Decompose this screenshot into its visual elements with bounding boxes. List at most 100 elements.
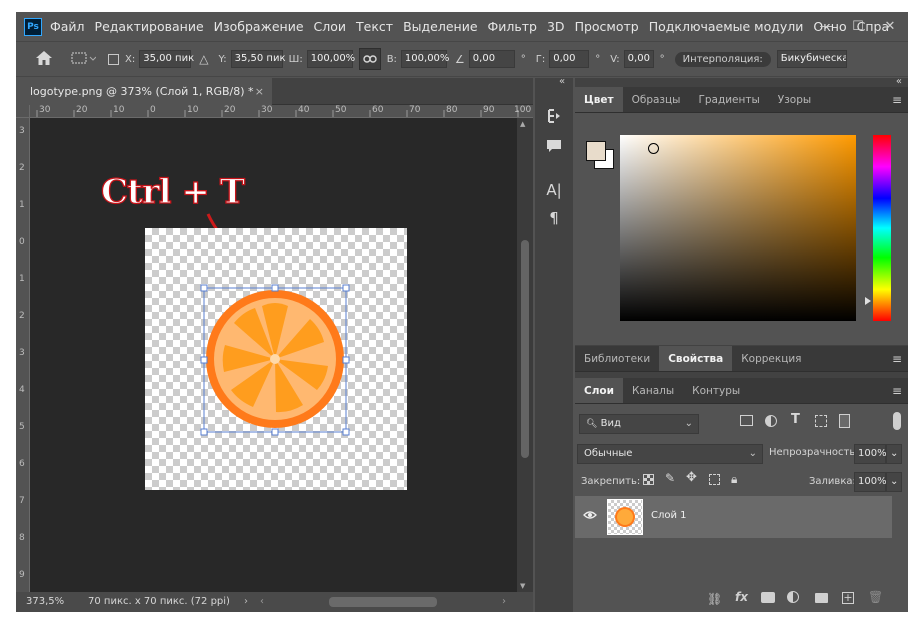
layer-filter-select[interactable]: 🔍︎ Вид ⌄ (579, 414, 699, 434)
hue-slider-marker[interactable] (865, 297, 871, 305)
properties-panel-tabs: Библиотеки Свойства Коррекция ≡ (575, 346, 908, 372)
scroll-down-icon[interactable]: ▼ (520, 582, 525, 590)
height-field[interactable]: 100,00% (400, 50, 449, 68)
lock-transparent-icon[interactable] (643, 474, 654, 485)
menu-view[interactable]: Просмотр (575, 19, 639, 34)
new-group-icon[interactable] (815, 592, 828, 606)
layer-thumbnail[interactable] (607, 499, 643, 535)
link-layers-icon[interactable]: ⛓︎ (707, 592, 722, 606)
filter-pixel-icon[interactable] (740, 415, 753, 426)
delete-layer-icon[interactable]: 🗑︎ (868, 590, 883, 604)
horizontal-scroll-thumb[interactable] (329, 597, 437, 607)
reference-point-icon[interactable] (70, 50, 97, 69)
lock-brush-icon[interactable]: ✎ (665, 471, 675, 485)
delta-icon[interactable]: △ (199, 52, 208, 66)
angle-unit: ° (520, 53, 526, 65)
filter-shape-icon[interactable] (815, 415, 827, 427)
scroll-right-icon[interactable]: › (502, 592, 506, 612)
layer-style-icon[interactable]: fx (735, 590, 748, 604)
tab-layers[interactable]: Слои (575, 378, 623, 403)
opacity-field[interactable]: 100% (854, 444, 887, 464)
new-layer-icon[interactable]: + (842, 590, 854, 604)
lock-all-icon[interactable]: 🔒︎ (731, 472, 737, 487)
vertical-skew-field[interactable]: 0,00 (623, 50, 654, 68)
minimize-button[interactable]: — (810, 12, 842, 41)
layers-panel-menu-icon[interactable]: ≡ (892, 378, 902, 404)
vertical-scroll-thumb[interactable] (521, 240, 529, 458)
tab-paths[interactable]: Контуры (683, 378, 749, 403)
color-saturation-field[interactable] (620, 135, 856, 321)
comment-icon[interactable] (543, 138, 565, 158)
character-icon[interactable]: A| (543, 180, 565, 200)
document-tab[interactable]: logotype.png @ 373% (Слой 1, RGB/8) * × (16, 78, 272, 105)
properties-panel-menu-icon[interactable]: ≡ (892, 346, 902, 372)
tab-adjustments[interactable]: Коррекция (732, 346, 810, 371)
filter-type-icon[interactable]: T (791, 412, 800, 427)
close-window-button[interactable]: ✕ (874, 12, 906, 41)
menu-type[interactable]: Текст (356, 19, 393, 34)
menu-filter[interactable]: Фильтр (488, 19, 537, 34)
scroll-left-icon[interactable]: ‹ (260, 592, 264, 612)
document-canvas[interactable] (145, 228, 407, 490)
menu-select[interactable]: Выделение (403, 19, 477, 34)
status-menu-icon[interactable]: › (244, 592, 248, 612)
document-size[interactable]: 70 пикс. x 70 пикс. (72 ppi) (88, 592, 230, 612)
layer-name[interactable]: Слой 1 (651, 510, 687, 521)
close-tab-icon[interactable]: × (255, 78, 264, 105)
foreground-color-swatch[interactable] (586, 141, 606, 161)
filter-smartobject-icon[interactable] (839, 414, 850, 428)
collapse-panels-icon[interactable]: « (896, 76, 902, 87)
layer-row[interactable]: Слой 1 (575, 496, 892, 538)
width-field[interactable]: 100,00% (306, 50, 355, 68)
blend-mode-select[interactable]: Обычные ⌄ (577, 444, 763, 464)
interpolation-select[interactable]: Бикубическая (776, 50, 847, 68)
collapse-dock-icon[interactable]: « (559, 76, 565, 87)
fill-dropdown-button[interactable]: ⌄ (886, 472, 902, 492)
canvas-area[interactable]: Ctrl + T (30, 118, 517, 592)
maximize-button[interactable]: ☐ (842, 12, 874, 41)
home-icon[interactable] (34, 49, 56, 70)
y-position-field[interactable]: 35,50 пик (230, 50, 286, 68)
add-mask-icon[interactable] (761, 592, 775, 606)
transform-bounding-box[interactable] (145, 228, 407, 490)
rotation-angle-field[interactable]: 0,00 (468, 50, 515, 68)
visibility-eye-icon[interactable] (583, 510, 597, 523)
x-position-field[interactable]: 35,00 пик (139, 50, 194, 68)
menu-edit[interactable]: Редактирование (95, 19, 204, 34)
panel-icon-dock: « A| ¶ (535, 76, 573, 612)
tab-properties[interactable]: Свойства (659, 346, 733, 371)
menu-file[interactable]: Файл (50, 19, 85, 34)
adjustment-layer-icon[interactable] (787, 591, 799, 606)
history-icon[interactable] (543, 108, 565, 128)
ruler-vertical[interactable]: 3 2 1 0 1 2 3 4 5 6 7 8 9 (16, 118, 30, 592)
tab-channels[interactable]: Каналы (623, 378, 683, 403)
scroll-up-icon[interactable]: ▲ (520, 120, 525, 128)
filter-toggle-icon[interactable] (893, 412, 901, 430)
link-icon[interactable] (358, 48, 381, 70)
color-panel-menu-icon[interactable]: ≡ (892, 87, 902, 113)
ruler-left-label: 2 (19, 311, 25, 321)
tab-swatches[interactable]: Образцы (623, 87, 690, 112)
tab-color[interactable]: Цвет (575, 87, 623, 112)
tab-gradients[interactable]: Градиенты (689, 87, 768, 112)
filter-adjustment-icon[interactable] (765, 415, 777, 427)
paragraph-icon[interactable]: ¶ (543, 208, 565, 228)
ruler-horizontal[interactable]: 30 20 10 0 10 20 30 40 50 60 70 80 90 10… (30, 105, 533, 118)
zoom-level[interactable]: 373,5% (26, 592, 64, 612)
tab-libraries[interactable]: Библиотеки (575, 346, 659, 371)
fill-field[interactable]: 100% (854, 472, 887, 492)
menu-image[interactable]: Изображение (214, 19, 304, 34)
menu-3d[interactable]: 3D (547, 19, 565, 34)
vertical-scrollbar[interactable]: ▲ ▼ (517, 118, 533, 592)
horizontal-skew-field[interactable]: 0,00 (549, 50, 590, 68)
lock-move-icon[interactable]: ✥ (686, 470, 697, 485)
opacity-dropdown-button[interactable]: ⌄ (886, 444, 902, 464)
tab-patterns[interactable]: Узоры (769, 87, 820, 112)
reference-point-checkbox[interactable] (108, 53, 119, 65)
hue-slider[interactable] (873, 135, 891, 321)
lock-artboard-icon[interactable] (709, 474, 720, 485)
color-picker-cursor[interactable] (648, 143, 659, 154)
hskew-unit: ° (595, 53, 601, 65)
menu-layers[interactable]: Слои (314, 19, 347, 34)
menu-plugins[interactable]: Подключаемые модули (649, 19, 804, 34)
